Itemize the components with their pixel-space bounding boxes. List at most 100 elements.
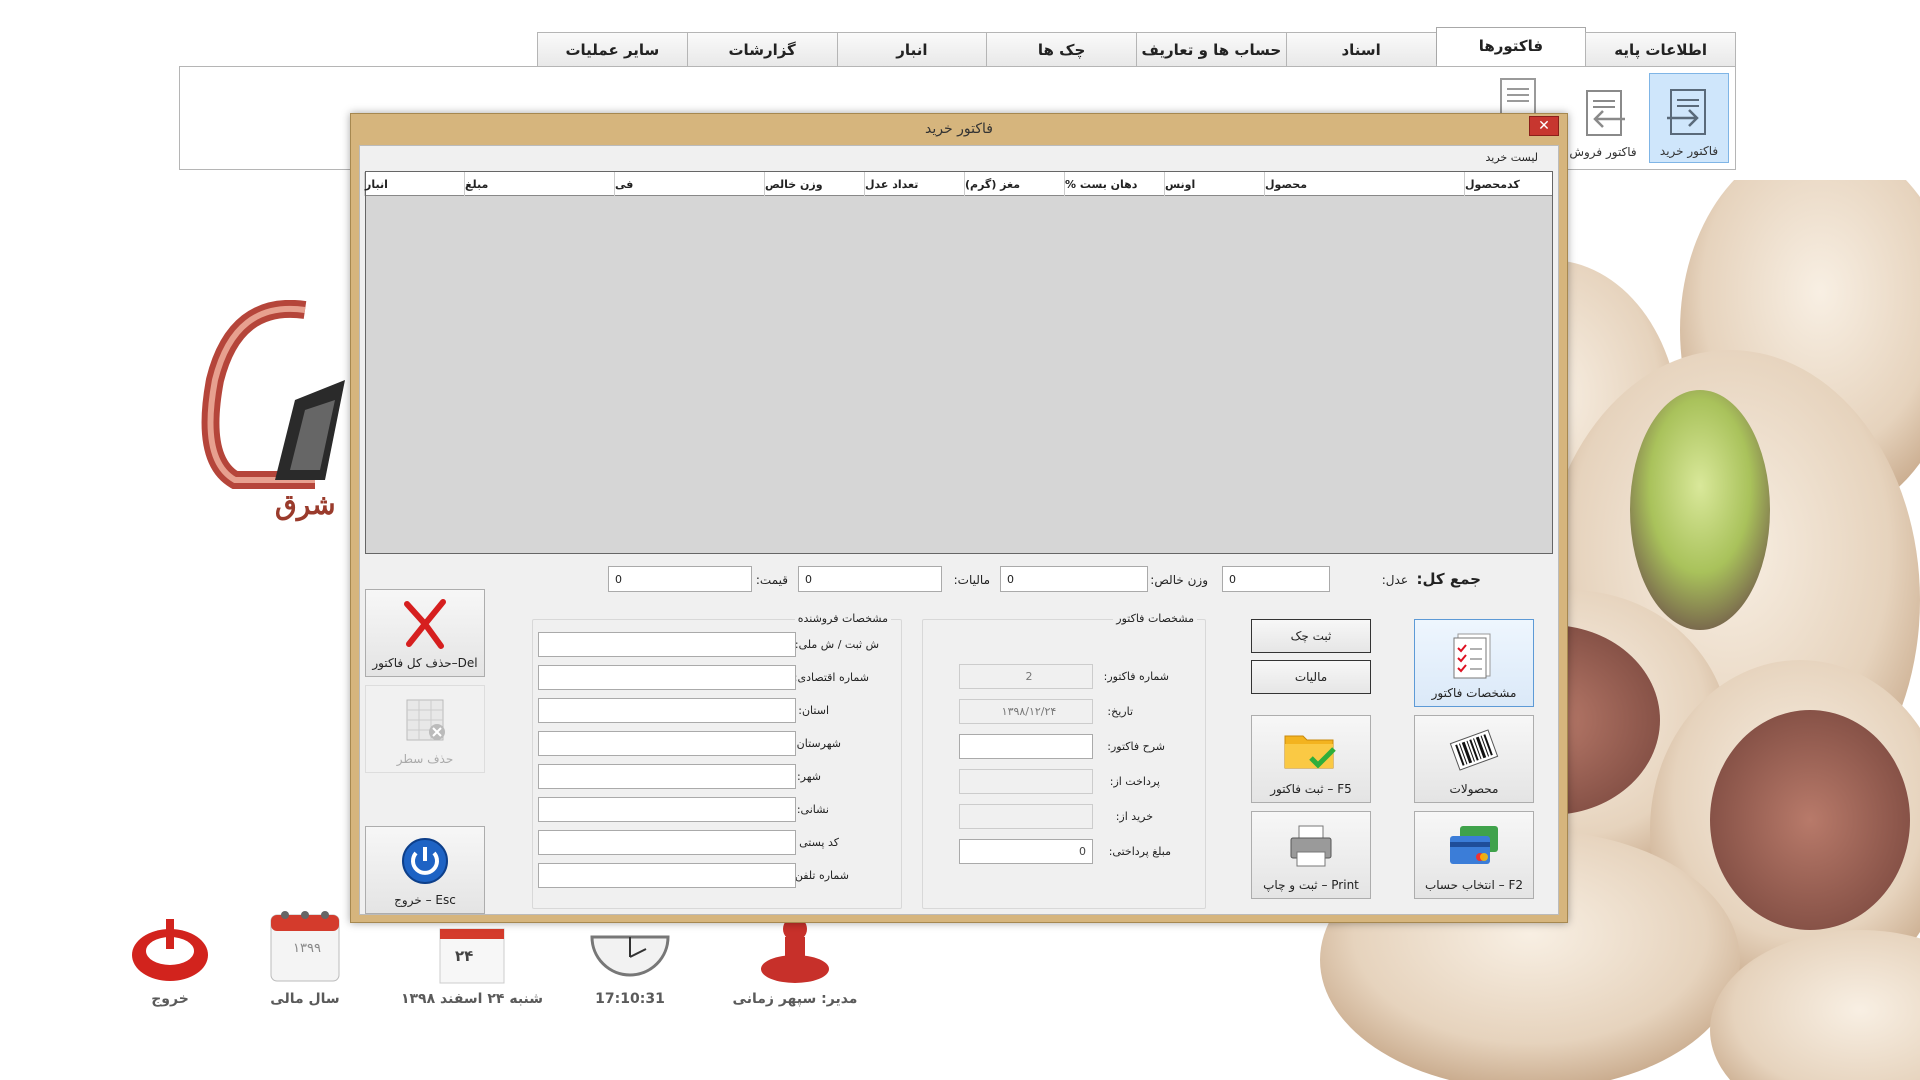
power-icon xyxy=(132,919,208,981)
county-label: شهرستان: xyxy=(792,737,841,750)
grid-header: کدمحصول محصول اونس دهان بست % مغز (گرم) … xyxy=(364,172,1552,196)
net-weight-total-label: وزن خالص: xyxy=(1150,573,1208,587)
delete-row-label: حذف سطر xyxy=(396,752,454,766)
clock-icon xyxy=(590,935,670,977)
bought-from-label: خرید از: xyxy=(1115,810,1153,823)
net-weight-total-field[interactable]: 0 xyxy=(1000,566,1148,592)
tax-total-label: مالیات: xyxy=(953,573,990,587)
register-invoice-label: F5 – ثبت فاکتور xyxy=(1270,782,1352,796)
delete-row-icon xyxy=(406,699,445,741)
invoice-description-field[interactable] xyxy=(959,734,1093,759)
invoice-date-label: تاریخ: xyxy=(1107,705,1133,718)
print-button[interactable]: Print – ثبت و چاپ xyxy=(1251,811,1371,899)
printer-icon xyxy=(1290,825,1332,867)
user-label: مدیر: سپهر زمانی xyxy=(732,991,858,1007)
tab-reports[interactable]: گزارشات xyxy=(686,32,838,67)
col-open-mouth[interactable]: دهان بست % xyxy=(1064,172,1164,196)
paid-from-label: پرداخت از: xyxy=(1109,775,1160,788)
phone-number-label: شماره تلفن: xyxy=(791,869,849,882)
address-field[interactable] xyxy=(538,797,796,822)
delete-row-button[interactable]: حذف سطر xyxy=(365,685,485,773)
products-button[interactable]: محصولات xyxy=(1414,715,1534,803)
close-icon[interactable]: ✕ xyxy=(1529,116,1559,136)
postal-code-label: کد پستی : xyxy=(791,836,839,849)
exit-dialog-label: Esc – خروج xyxy=(394,893,456,907)
postal-code-field[interactable] xyxy=(538,830,796,855)
exit-app-button[interactable]: خروج xyxy=(110,905,230,1007)
document-export-icon xyxy=(1586,90,1625,136)
seller-details-panel: مشخصات فروشنده ش ثبت / ش ملی: شماره اقتص… xyxy=(532,612,902,909)
tab-other-operations[interactable]: سایر عملیات xyxy=(537,32,688,67)
invoice-number-label: شماره فاکتور: xyxy=(1103,670,1169,683)
col-ounce[interactable]: اونس xyxy=(1164,172,1264,196)
economic-number-field[interactable] xyxy=(538,665,796,690)
fiscal-year-value: ۱۳۹۹ xyxy=(293,941,321,956)
select-account-label: F2 – انتخاب حساب xyxy=(1424,878,1524,892)
col-bales[interactable]: تعداد عدل xyxy=(864,172,964,196)
col-product-code[interactable]: کدمحصول xyxy=(1464,172,1552,196)
province-label: استان: xyxy=(798,704,829,717)
dialog-title: فاکتور خرید xyxy=(925,121,993,137)
purchase-invoice-label: فاکتور خرید xyxy=(1659,144,1719,158)
date-day: ۲۴ xyxy=(455,947,474,965)
sales-invoice-label: فاکتور فروش xyxy=(1569,145,1637,159)
purchase-invoice-dialog: فاکتور خرید ✕ لیست خرید کدمحصول محصول او… xyxy=(350,113,1568,923)
register-check-button[interactable]: ثبت چک xyxy=(1251,619,1371,653)
fiscal-year-widget[interactable]: سال مالی xyxy=(245,905,365,1007)
checklist-icon xyxy=(1453,633,1491,679)
tax-total-field[interactable]: 0 xyxy=(798,566,942,592)
registration-number-label: ش ثبت / ش ملی: xyxy=(794,638,879,651)
col-kernel[interactable]: مغز (گرم) xyxy=(964,172,1064,196)
tax-button[interactable]: مالیات xyxy=(1251,660,1371,694)
exit-dialog-button[interactable]: Esc – خروج xyxy=(365,826,485,914)
paid-amount-label: مبلغ پرداختی: xyxy=(1108,845,1171,858)
col-product[interactable]: محصول xyxy=(1264,172,1464,196)
delete-invoice-button[interactable]: Del–حذف کل فاکتور xyxy=(365,589,485,677)
county-field[interactable] xyxy=(538,731,796,756)
paid-amount-field[interactable]: 0 xyxy=(959,839,1093,864)
tab-documents[interactable]: اسناد xyxy=(1285,32,1437,67)
phone-number-field[interactable] xyxy=(538,863,796,888)
economic-number-label: شماره اقتصادی: xyxy=(793,671,869,684)
select-account-button[interactable]: F2 – انتخاب حساب xyxy=(1414,811,1534,899)
seller-details-title: مشخصات فروشنده xyxy=(794,612,891,625)
folder-check-icon xyxy=(1284,735,1336,769)
print-label: Print – ثبت و چاپ xyxy=(1263,878,1359,892)
registration-number-field[interactable] xyxy=(538,632,796,657)
col-warehouse[interactable]: انبار xyxy=(364,172,464,196)
bales-total-label: عدل: xyxy=(1381,573,1408,587)
address-label: نشانی: xyxy=(796,803,829,816)
purchase-list-label: لیست خرید xyxy=(1485,151,1539,164)
city-field[interactable] xyxy=(538,764,796,789)
tab-base-info[interactable]: اطلاعات پایه xyxy=(1585,32,1736,67)
date-label: شنبه ۲۴ اسفند ۱۳۹۸ xyxy=(400,991,544,1007)
purchase-list-grid[interactable]: کدمحصول محصول اونس دهان بست % مغز (گرم) … xyxy=(364,171,1553,554)
col-net-weight[interactable]: وزن خالص xyxy=(764,172,864,196)
invoice-details-label: مشخصات فاکتور xyxy=(1431,686,1517,700)
bought-from-field xyxy=(959,804,1093,829)
tab-warehouse[interactable]: انبار xyxy=(836,32,988,67)
logo-text: شرق xyxy=(275,488,336,521)
products-label: محصولات xyxy=(1449,782,1499,796)
province-field[interactable] xyxy=(538,698,796,723)
col-amount[interactable]: مبلغ xyxy=(464,172,614,196)
tab-checks[interactable]: چک ها xyxy=(986,32,1137,67)
col-unit-price[interactable]: فی xyxy=(614,172,764,196)
clock-label: 17:10:31 xyxy=(595,991,665,1007)
tab-invoices[interactable]: فاکتورها xyxy=(1435,27,1587,64)
dialog-body: لیست خرید کدمحصول محصول اونس دهان بست % … xyxy=(359,145,1559,915)
ribbon-tabs: اطلاعات پایه فاکتورها اسناد حساب ها و تع… xyxy=(537,27,1736,67)
bales-total-field[interactable]: 0 xyxy=(1222,566,1330,592)
price-total-field[interactable]: 0 xyxy=(608,566,752,592)
tab-accounts-definitions[interactable]: حساب ها و تعاریف xyxy=(1136,32,1287,67)
sales-invoice-button[interactable]: فاکتور فروش xyxy=(1563,73,1643,163)
grand-total-label: جمع کل: xyxy=(1416,570,1481,588)
invoice-description-label: شرح فاکتور: xyxy=(1107,740,1165,753)
paid-from-field xyxy=(959,769,1093,794)
invoice-details-panel: مشخصات فاکتور شماره فاکتور: 2 تاریخ: ۱۳۹… xyxy=(922,612,1206,909)
city-label: شهر: xyxy=(796,770,821,783)
purchase-invoice-button[interactable]: فاکتور خرید xyxy=(1649,73,1729,163)
register-invoice-button[interactable]: F5 – ثبت فاکتور xyxy=(1251,715,1371,803)
power-button-icon xyxy=(402,838,448,884)
invoice-details-button[interactable]: مشخصات فاکتور xyxy=(1414,619,1534,707)
